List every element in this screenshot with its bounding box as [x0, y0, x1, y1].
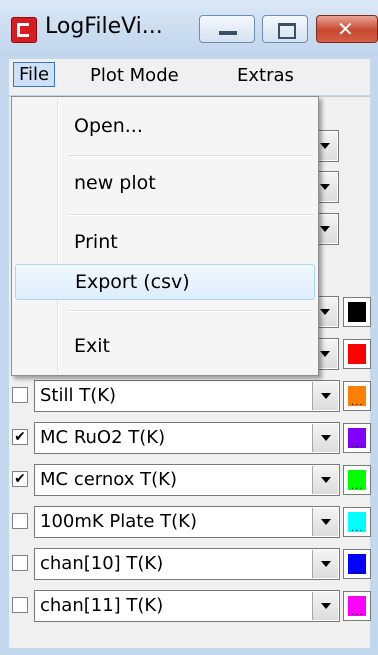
color-swatch[interactable]: ... — [343, 465, 371, 495]
menu-extras[interactable]: Extras — [231, 64, 300, 87]
channel-row: Still T(K)... — [9, 376, 371, 418]
close-icon: ✕ — [337, 17, 354, 41]
color-swatch[interactable]: ... — [343, 591, 371, 621]
swatch-dots: ... — [351, 523, 364, 534]
menu-item-label: Exit — [74, 335, 110, 357]
color-swatch[interactable]: ... — [343, 549, 371, 579]
chevron-down-icon[interactable] — [312, 382, 338, 410]
channel-select[interactable]: Still T(K) — [34, 380, 340, 412]
menu-separator — [68, 310, 313, 312]
menu-item-print[interactable]: Print — [15, 225, 315, 261]
channel-checkbox[interactable] — [12, 387, 28, 403]
chevron-down-icon[interactable] — [312, 592, 338, 620]
swatch-dots: ... — [351, 607, 364, 618]
channel-row: ✔ MC cernox T(K)... — [9, 460, 371, 502]
channel-select[interactable]: 100mK Plate T(K) — [34, 506, 340, 538]
channel-select-value: Still T(K) — [40, 385, 117, 406]
color-fill — [348, 344, 366, 364]
swatch-dots: ... — [351, 481, 364, 492]
channel-checkbox[interactable]: ✔ — [12, 429, 28, 445]
check-icon: ✔ — [14, 429, 26, 445]
menu-separator — [68, 214, 313, 216]
color-swatch[interactable] — [343, 297, 371, 327]
title-bar[interactable]: LogFileVi... ✕ — [0, 0, 378, 56]
maximize-button[interactable] — [262, 15, 308, 43]
menu-item-label: Open... — [74, 115, 143, 137]
maximize-icon — [278, 23, 296, 39]
swatch-dots: ... — [351, 397, 364, 408]
color-swatch[interactable]: ... — [343, 381, 371, 411]
check-icon: ✔ — [14, 471, 26, 487]
close-button[interactable]: ✕ — [316, 15, 378, 43]
channel-checkbox[interactable]: ✔ — [12, 471, 28, 487]
menu-plot-mode[interactable]: Plot Mode — [84, 64, 185, 87]
menu-item-open[interactable]: Open... — [15, 109, 315, 145]
channel-row: ✔ MC RuO2 T(K)... — [9, 418, 371, 460]
color-swatch[interactable] — [343, 339, 371, 369]
channel-select[interactable]: MC RuO2 T(K) — [34, 422, 340, 454]
channel-select-value: MC RuO2 T(K) — [40, 427, 166, 448]
channel-row: chan[10] T(K)... — [9, 544, 371, 586]
menu-item-export-csv[interactable]: Export (csv) — [15, 264, 315, 300]
chevron-down-icon[interactable] — [312, 550, 338, 578]
minimize-button[interactable] — [199, 15, 255, 43]
chevron-down-icon[interactable] — [312, 424, 338, 452]
menu-file[interactable]: File — [13, 62, 56, 87]
menu-item-exit[interactable]: Exit — [15, 329, 315, 365]
color-fill — [348, 302, 366, 322]
channel-checkbox[interactable] — [12, 597, 28, 613]
window-title: LogFileVi... — [45, 14, 163, 39]
menu-item-label: Print — [74, 231, 118, 253]
minimize-icon — [219, 31, 237, 35]
color-swatch[interactable]: ... — [343, 423, 371, 453]
app-icon[interactable] — [11, 17, 37, 43]
channel-checkbox[interactable] — [12, 555, 28, 571]
menu-item-label: Export (csv) — [75, 271, 190, 293]
menu-item-label: new plot — [74, 172, 156, 194]
menu-item-new-plot[interactable]: new plot — [15, 166, 315, 202]
swatch-dots: ... — [351, 439, 364, 450]
channel-select-value: chan[10] T(K) — [40, 553, 164, 574]
channel-select-value: chan[11] T(K) — [40, 595, 164, 616]
menu-bar: File Plot Mode Extras — [9, 59, 370, 95]
chevron-down-icon[interactable] — [312, 508, 338, 536]
file-menu-dropdown: Open... new plot Print Export (csv) Exit — [11, 96, 319, 376]
channel-select[interactable]: chan[11] T(K) — [34, 590, 340, 622]
channel-select-value: 100mK Plate T(K) — [40, 511, 197, 532]
color-swatch[interactable]: ... — [343, 507, 371, 537]
channel-select[interactable]: chan[10] T(K) — [34, 548, 340, 580]
swatch-dots: ... — [351, 565, 364, 576]
menu-separator — [68, 155, 313, 157]
channel-select-value: MC cernox T(K) — [40, 469, 177, 490]
channel-row: 100mK Plate T(K)... — [9, 502, 371, 544]
chevron-down-icon[interactable] — [312, 466, 338, 494]
channel-row: chan[11] T(K)... — [9, 586, 371, 628]
channel-checkbox[interactable] — [12, 513, 28, 529]
channel-select[interactable]: MC cernox T(K) — [34, 464, 340, 496]
